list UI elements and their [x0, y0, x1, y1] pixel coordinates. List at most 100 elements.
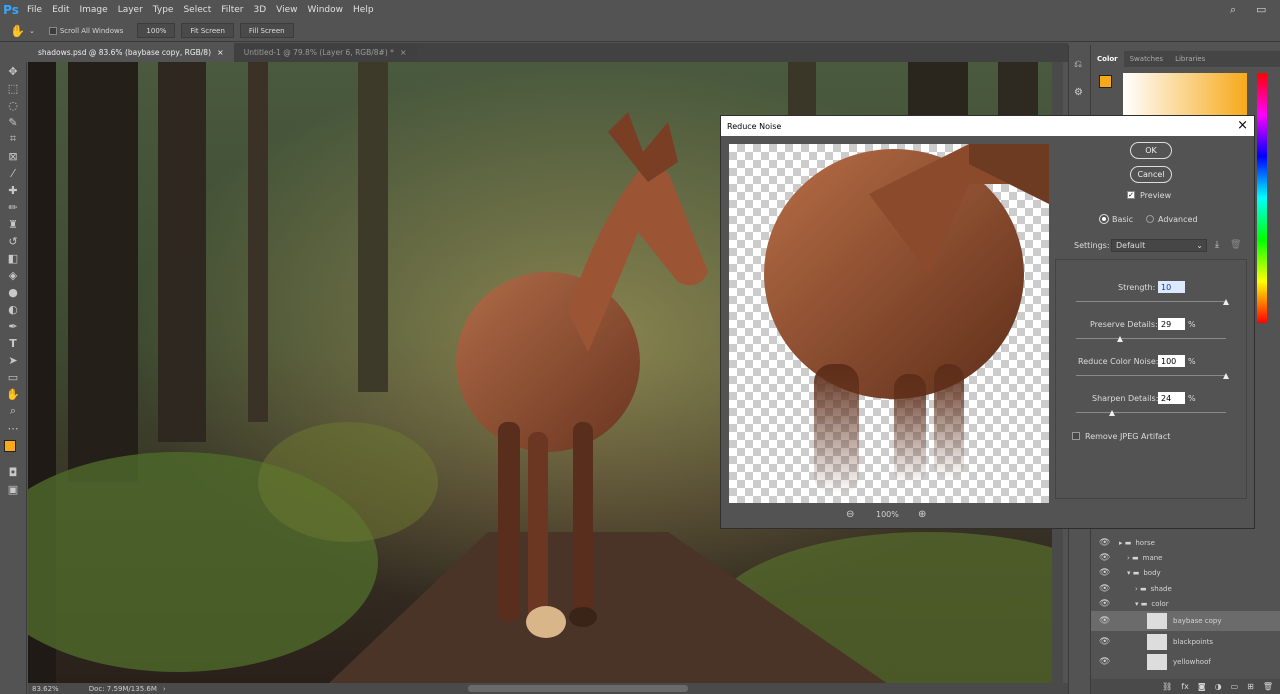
menu-select[interactable]: Select [178, 5, 216, 15]
rectangle-tool-icon[interactable]: ▭ [5, 370, 21, 384]
close-icon[interactable]: × [400, 48, 407, 57]
eye-icon[interactable]: 👁 [1099, 568, 1110, 578]
panel-foreground-swatch[interactable] [1099, 75, 1112, 88]
mask-icon[interactable]: ◙ [1198, 682, 1206, 691]
screen-mode-icon[interactable]: ▣ [5, 482, 21, 496]
color-noise-field[interactable]: 100 [1158, 355, 1185, 367]
sharpen-details-field[interactable]: 24 [1158, 392, 1185, 404]
settings-select[interactable]: Default ⌄ [1111, 239, 1207, 252]
color-noise-slider-thumb[interactable] [1223, 373, 1229, 379]
brush-tool-icon[interactable]: ✏ [5, 200, 21, 214]
eye-icon[interactable]: 👁 [1099, 599, 1110, 609]
healing-tool-icon[interactable]: ✚ [5, 183, 21, 197]
advanced-radio[interactable] [1146, 215, 1154, 223]
strength-field[interactable]: 10 [1158, 281, 1185, 293]
quick-select-tool-icon[interactable]: ✎ [5, 115, 21, 129]
layer-row[interactable]: 👁 yellowhoof [1091, 652, 1280, 672]
delete-settings-icon[interactable]: 🗑 [1230, 240, 1241, 250]
fill-screen-button[interactable]: Fill Screen [239, 23, 294, 38]
cancel-button[interactable]: Cancel [1130, 166, 1172, 183]
dodge-tool-icon[interactable]: ◐ [5, 302, 21, 316]
frame-tool-icon[interactable]: ⊠ [5, 149, 21, 163]
link-icon[interactable]: ⛓ [1162, 682, 1172, 691]
lasso-tool-icon[interactable]: ◌ [5, 98, 21, 112]
menu-3d[interactable]: 3D [249, 5, 272, 15]
eye-icon[interactable]: 👁 [1099, 657, 1110, 667]
filter-preview[interactable] [729, 144, 1049, 503]
workspace-icon[interactable]: ▭ [1256, 3, 1266, 16]
layer-row[interactable]: 👁 ▸ ▬ horse [1091, 535, 1280, 551]
ok-button[interactable]: OK [1130, 142, 1172, 159]
chevron-down-icon[interactable]: ⌄ [29, 27, 35, 35]
tab-swatches[interactable]: Swatches [1124, 51, 1169, 67]
eye-icon[interactable]: 👁 [1099, 584, 1110, 594]
properties-icon[interactable]: ⚙ [1074, 87, 1083, 98]
eye-icon[interactable]: 👁 [1099, 616, 1110, 626]
strength-slider[interactable] [1076, 299, 1229, 305]
zoom-tool-icon[interactable]: ⌕ [5, 404, 21, 418]
strength-slider-thumb[interactable] [1223, 299, 1229, 305]
path-select-tool-icon[interactable]: ➤ [5, 353, 21, 367]
scroll-all-checkbox[interactable] [48, 26, 57, 35]
close-icon[interactable]: × [217, 48, 224, 57]
crop-tool-icon[interactable]: ⌗ [5, 132, 21, 146]
color-noise-slider[interactable] [1076, 373, 1229, 379]
eraser-tool-icon[interactable]: ◧ [5, 251, 21, 265]
hand-tool-icon[interactable]: ✋ [5, 387, 21, 401]
save-settings-icon[interactable]: ⤓ [1215, 240, 1219, 250]
adjustment-icon[interactable]: ◑ [1215, 682, 1222, 691]
zoom-100-button[interactable]: 100% [137, 23, 176, 38]
menu-window[interactable]: Window [303, 5, 349, 15]
close-icon[interactable]: × [1237, 118, 1248, 133]
search-icon[interactable]: ⌕ [1230, 3, 1236, 17]
hue-slider[interactable] [1257, 73, 1267, 323]
history-brush-tool-icon[interactable]: ↺ [5, 234, 21, 248]
zoom-readout[interactable]: 83.62% [32, 685, 59, 693]
marquee-tool-icon[interactable]: ⬚ [5, 81, 21, 95]
layer-row[interactable]: 👁 › ▬ mane [1091, 550, 1280, 566]
quick-mask-icon[interactable]: ◘ [5, 465, 21, 479]
layer-row[interactable]: 👁 › ▬ shade [1091, 581, 1280, 597]
more-tools-icon[interactable]: ⋯ [5, 421, 21, 435]
zoom-in-icon[interactable]: ⊕ [918, 509, 926, 520]
color-field[interactable] [1123, 73, 1247, 119]
layer-row-selected[interactable]: 👁 baybase copy [1091, 611, 1280, 631]
eye-icon[interactable]: 👁 [1099, 553, 1110, 563]
layer-row[interactable]: 👁 ▾ ▬ body [1091, 565, 1280, 581]
sharpen-details-slider-thumb[interactable] [1109, 410, 1115, 416]
menu-view[interactable]: View [271, 5, 302, 15]
fit-screen-button[interactable]: Fit Screen [181, 23, 234, 38]
new-layer-icon[interactable]: ⊞ [1247, 682, 1254, 691]
history-icon[interactable]: ⎌ [1074, 59, 1082, 70]
fx-icon[interactable]: fx [1181, 682, 1189, 691]
basic-radio[interactable] [1100, 215, 1108, 223]
preserve-details-field[interactable]: 29 [1158, 318, 1185, 330]
paint-bucket-tool-icon[interactable]: ◈ [5, 268, 21, 282]
eyedropper-tool-icon[interactable]: ⁄ [5, 166, 21, 180]
tab-shadows[interactable]: shadows.psd @ 83.6% (baybase copy, RGB/8… [28, 43, 234, 62]
type-tool-icon[interactable]: T [5, 336, 21, 350]
menu-file[interactable]: File [22, 5, 47, 15]
preview-checkbox[interactable]: ✓ [1127, 191, 1135, 199]
zoom-out-icon[interactable]: ⊖ [846, 509, 854, 520]
jpeg-artifact-checkbox[interactable] [1072, 432, 1080, 440]
trash-icon[interactable]: 🗑 [1263, 682, 1273, 691]
canvas-horizontal-scrollbar[interactable] [468, 685, 688, 692]
menu-image[interactable]: Image [75, 5, 113, 15]
chevron-right-icon[interactable]: › [163, 685, 166, 693]
menu-layer[interactable]: Layer [113, 5, 148, 15]
tab-libraries[interactable]: Libraries [1169, 51, 1211, 67]
layer-row[interactable]: 👁 blackpoints [1091, 632, 1280, 652]
blur-tool-icon[interactable]: ● [5, 285, 21, 299]
foreground-color-swatch[interactable] [4, 440, 16, 452]
move-tool-icon[interactable]: ✥ [5, 64, 21, 78]
preserve-details-slider-thumb[interactable] [1117, 336, 1123, 342]
eye-icon[interactable]: 👁 [1099, 538, 1110, 548]
tab-untitled[interactable]: Untitled-1 @ 79.8% (Layer 6, RGB/8#) * × [233, 43, 417, 62]
menu-edit[interactable]: Edit [47, 5, 74, 15]
menu-help[interactable]: Help [348, 5, 379, 15]
sharpen-details-slider[interactable] [1076, 410, 1226, 416]
eye-icon[interactable]: 👁 [1099, 637, 1110, 647]
dialog-titlebar[interactable]: Reduce Noise × [721, 116, 1254, 136]
new-group-icon[interactable]: ▭ [1231, 682, 1239, 691]
